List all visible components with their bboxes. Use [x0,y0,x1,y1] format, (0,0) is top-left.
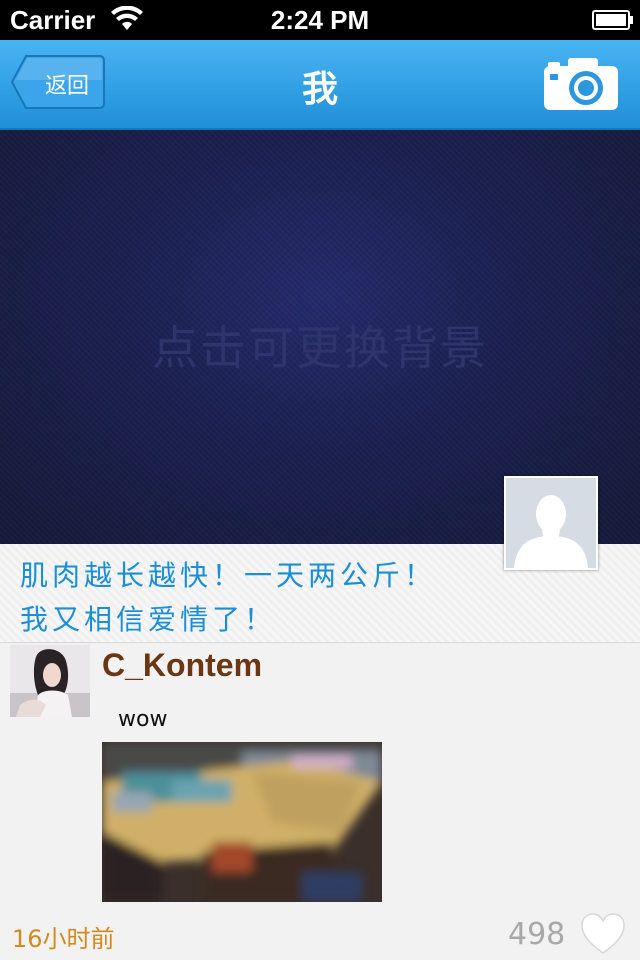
heart-icon[interactable] [580,913,626,955]
user-avatar[interactable] [10,645,90,717]
user-photo [10,645,90,717]
screen: Carrier 2:24 PM 返回 我 点击可更换背景 肌肉越长越快！一天两公… [0,0,640,960]
post-photo[interactable] [102,742,382,902]
post-image [102,742,382,902]
default-avatar-icon [506,478,596,568]
profile-signature: 肌肉越长越快！一天两公斤！ 我又相信爱情了！ [20,554,520,642]
signature-line-2: 我又相信爱情了！ [20,603,277,636]
username[interactable]: C_Kontem [102,647,262,684]
status-bar: Carrier 2:24 PM [0,0,640,40]
cover-hint: 点击可更换背景 [152,321,488,375]
battery-icon [592,10,633,30]
feed-item: C_Kontem wow 16小时前 498 [0,643,640,960]
like-count: 498 [508,917,566,952]
post-text: wow [118,707,168,732]
signature-line-1: 肌肉越长越快！一天两公斤！ [20,559,437,592]
camera-icon[interactable] [542,54,620,112]
status-time: 2:24 PM [270,5,370,35]
post-time: 16小时前 [12,925,115,953]
nav-bar: 返回 我 [0,40,640,130]
avatar[interactable] [504,476,598,570]
